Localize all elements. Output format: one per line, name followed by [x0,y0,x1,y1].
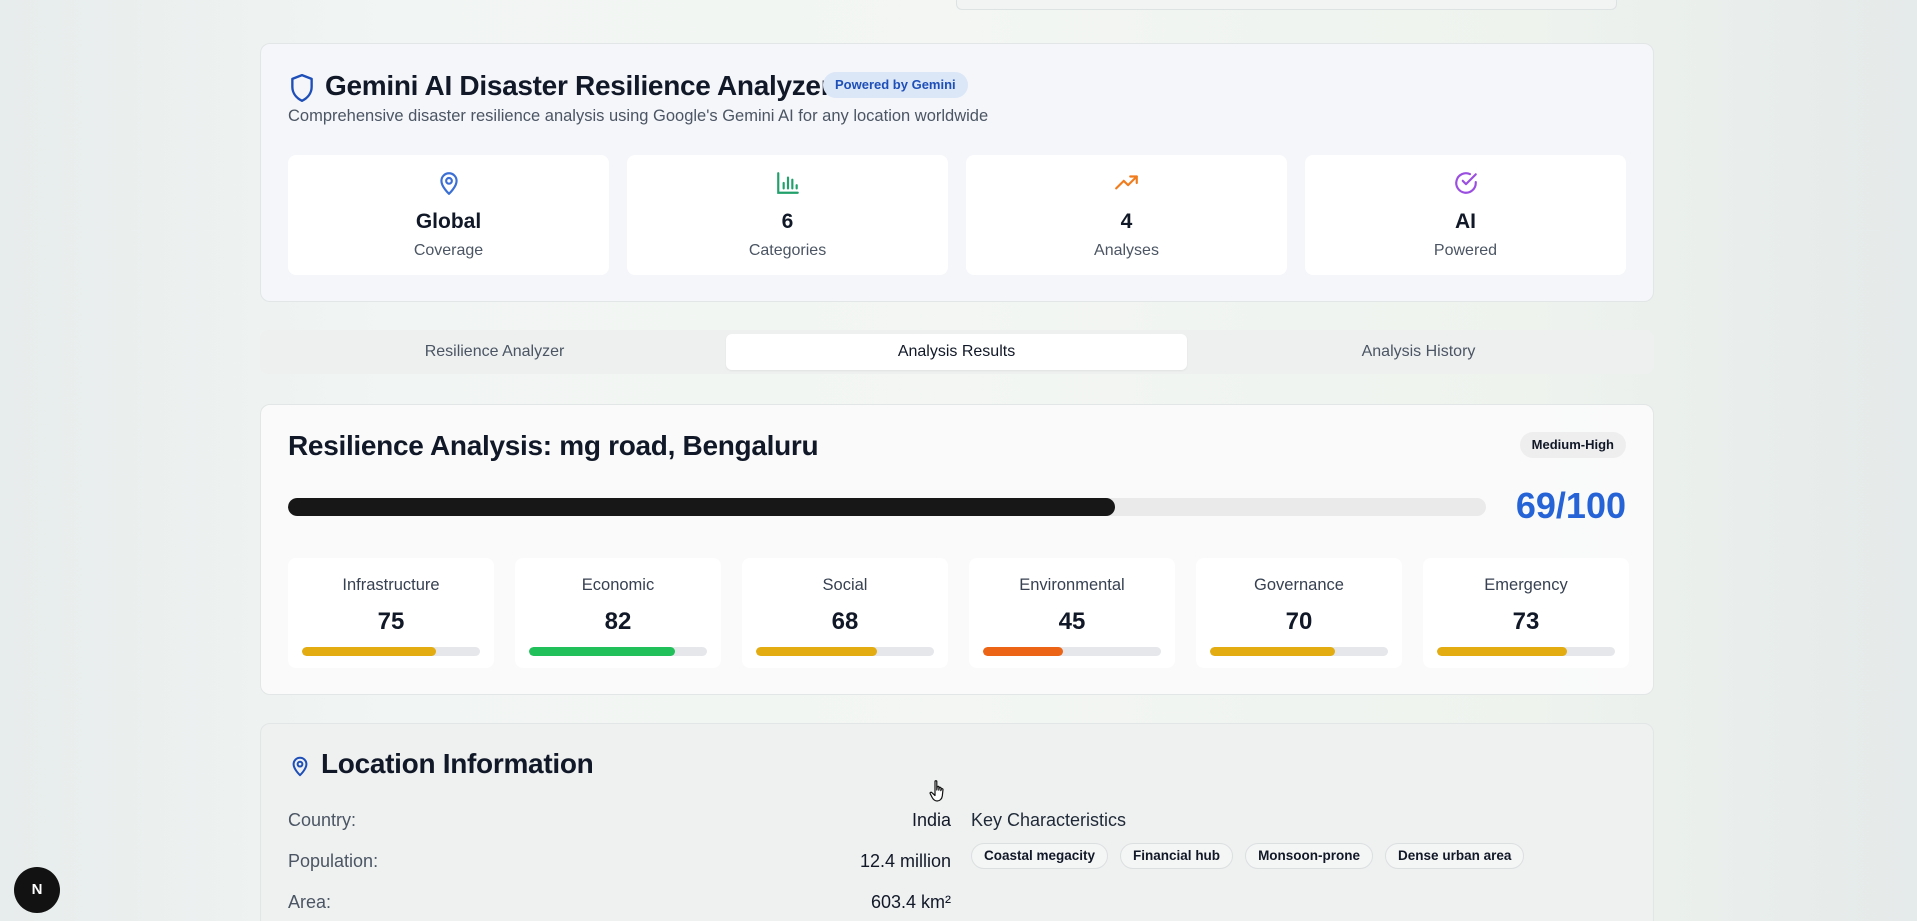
stat-label: Categories [748,242,827,259]
area-value: 603.4 km² [870,892,951,912]
dev-tools-badge[interactable]: N [14,867,60,913]
area-label: Area: [288,892,332,912]
resilience-results-card: Resilience Analysis: mg road, Bengaluru … [260,404,1654,695]
category-progress-track [983,647,1161,656]
stat-card-powered: AI Powered [1305,155,1626,275]
category-progress-track [302,647,480,656]
category-card-economic: Economic 82 [515,558,721,668]
population-label: Population: [288,851,379,871]
country-value: India [911,810,951,830]
map-pin-icon [440,172,458,195]
category-progress-track [529,647,707,656]
result-title: Resilience Analysis: mg road, Bengaluru [288,430,819,461]
stat-value: 4 [1120,210,1133,233]
category-progress-fill [529,647,675,656]
category-score: 73 [1512,608,1540,635]
country-label: Country: [288,810,357,830]
stat-label: Analyses [1094,242,1159,259]
category-progress-fill [1437,647,1567,656]
stat-value: 6 [781,210,794,233]
category-card-governance: Governance 70 [1196,558,1402,668]
characteristic-tag: Dense urban area [1385,843,1525,869]
trending-up-icon [1115,175,1138,190]
tab-analysis-history[interactable]: Analysis History [1188,334,1649,370]
tab-bar: Resilience Analyzer Analysis Results Ana… [260,330,1654,374]
shield-icon [291,73,313,103]
category-name: Infrastructure [342,576,440,594]
category-name: Economic [581,576,655,594]
category-score: 70 [1285,608,1313,635]
app-subtitle: Comprehensive disaster resilience analys… [288,107,989,125]
category-progress-track [756,647,934,656]
category-card-environmental: Environmental 45 [969,558,1175,668]
category-score: 82 [604,608,632,635]
category-name: Governance [1254,576,1344,594]
stat-label: Coverage [413,242,484,259]
hand-cursor-icon [929,780,944,802]
location-title: Location Information [321,748,594,779]
stat-card-analyses: 4 Analyses [966,155,1287,275]
category-progress-track [1210,647,1388,656]
category-score: 45 [1058,608,1086,635]
category-score: 75 [377,608,405,635]
population-value: 12.4 million [859,851,951,871]
category-card-infrastructure: Infrastructure 75 [288,558,494,668]
category-progress-fill [1210,647,1335,656]
category-progress-track [1437,647,1615,656]
top-panel-edge [956,0,1617,10]
characteristic-tag: Monsoon-prone [1245,843,1374,869]
stat-card-coverage: Global Coverage [288,155,609,275]
category-progress-fill [983,647,1064,656]
resilience-level-badge: Medium-High [1519,432,1626,458]
location-info-card: Location Information Country: India Popu… [260,723,1654,921]
characteristic-tag: Financial hub [1120,843,1234,869]
stat-value: AI [1455,210,1476,233]
category-card-social: Social 68 [742,558,948,668]
app-title: Gemini AI Disaster Resilience Analyzer [325,70,832,101]
stat-label: Powered [1433,242,1498,259]
category-score: 68 [831,608,859,635]
analyzer-header-card: Gemini AI Disaster Resilience Analyzer P… [260,43,1654,302]
category-progress-fill [302,647,436,656]
map-pin-icon [292,756,308,777]
category-card-emergency: Emergency 73 [1423,558,1629,668]
characteristic-tag: Coastal megacity [971,843,1109,869]
check-circle-icon [1455,172,1477,194]
overall-progress-track [288,498,1486,516]
tab-analysis-results[interactable]: Analysis Results [726,334,1187,370]
tab-resilience-analyzer[interactable]: Resilience Analyzer [264,334,725,370]
overall-score: 69/100 [1515,485,1626,526]
overall-progress-fill [288,498,1115,516]
stat-value: Global [415,210,482,233]
stat-card-categories: 6 Categories [627,155,948,275]
category-name: Social [822,576,868,594]
bar-chart-icon [777,172,799,194]
category-name: Emergency [1484,576,1568,594]
characteristics-tags: Coastal megacity Financial hub Monsoon-p… [971,843,1525,869]
key-characteristics-title: Key Characteristics [971,810,1127,830]
category-progress-fill [756,647,878,656]
powered-by-badge: Powered by Gemini [823,72,968,98]
category-name: Environmental [1019,576,1125,594]
